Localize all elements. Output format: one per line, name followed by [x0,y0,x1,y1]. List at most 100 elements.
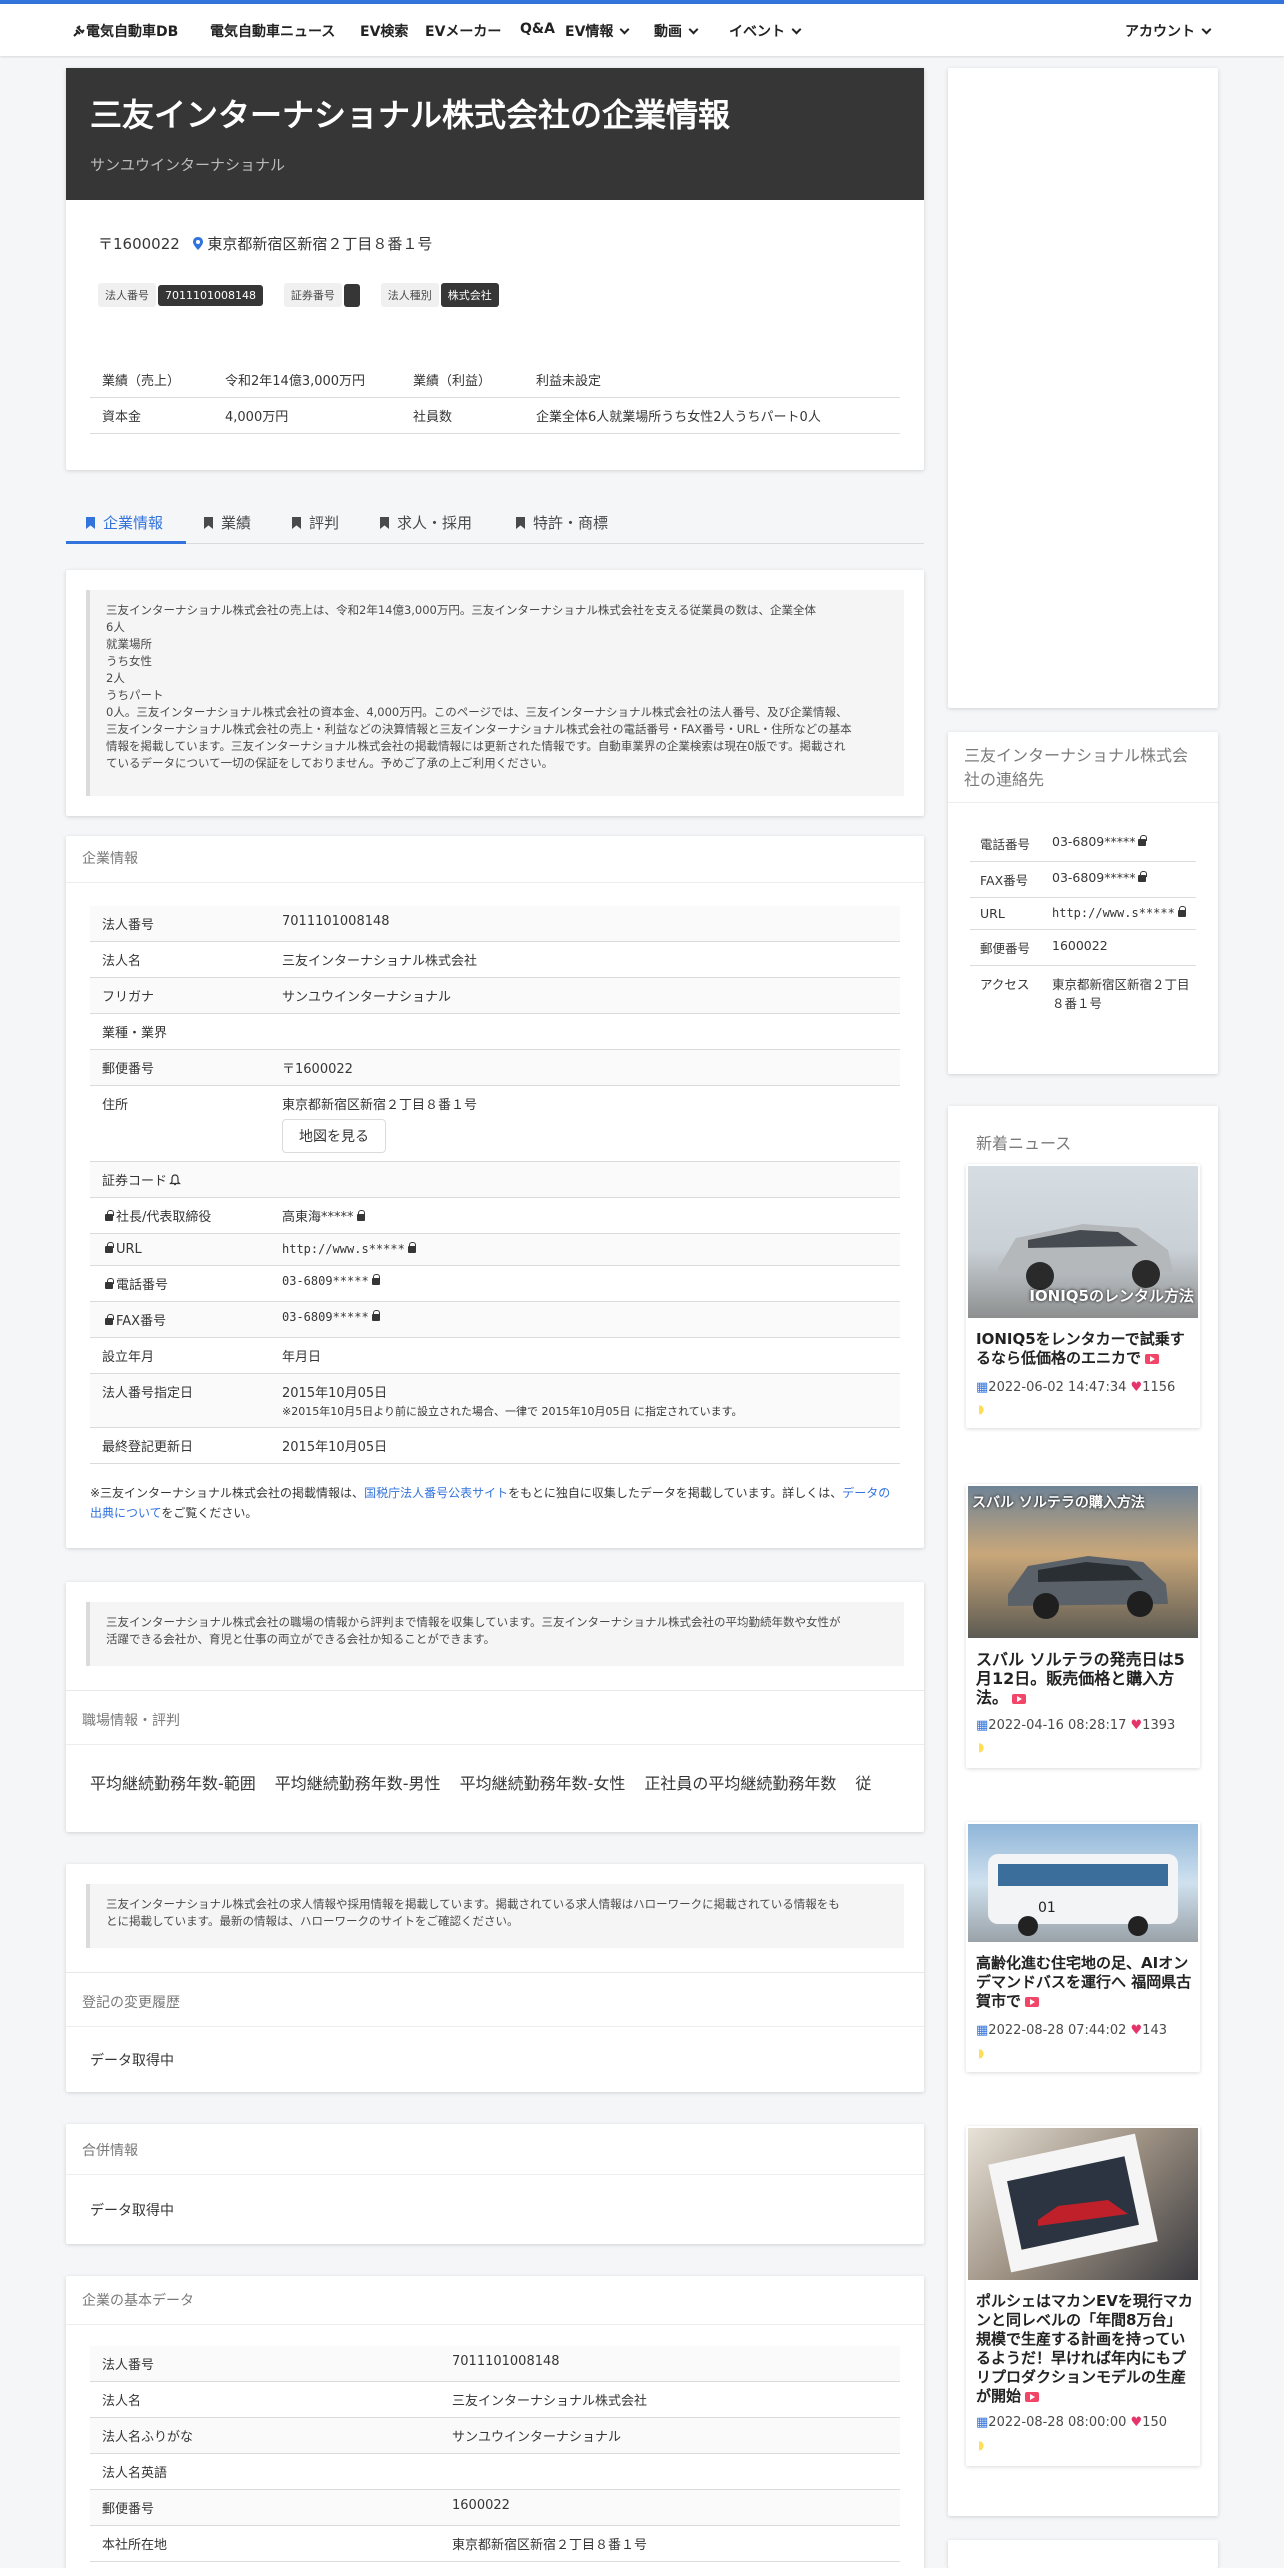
tab-company-info[interactable]: 企業情報 [86,512,163,533]
row-label: 法人名ふりがな [90,2417,440,2454]
site-logo[interactable]: 電気自動車DB [72,21,178,41]
nav-video[interactable]: 動画 [654,21,699,41]
chevron-down-icon [1201,24,1212,35]
sidebar-next-card [948,2540,1218,2568]
row-label: 法人番号 [90,906,270,942]
rss-icon: ◗ [978,1402,985,1416]
row-label-cell: URL [90,1233,270,1266]
news-likes: 1156 [1142,1380,1176,1395]
nav-ev-search[interactable]: EV検索 [360,21,408,41]
news-headline[interactable]: スバル ソルテラの発売日は5月12日。販売価格と購入方法。 [976,1650,1194,1707]
row-value: 7011101008148 [440,2346,900,2382]
bookmark-icon [204,517,213,529]
table-row: URL http://www.s***** [90,1233,900,1266]
tab-performance[interactable]: 業績 [204,512,251,533]
row-label: 法人番号 [90,2346,440,2382]
address-cell: 東京都新宿区新宿２丁目８番１号 地図を見る [270,1085,900,1162]
row-value-cell: http://www.s***** [270,1233,900,1266]
sec-no-tag-value [343,283,360,307]
youtube-icon [1025,2392,1040,2402]
contact-label: アクセス [980,977,1030,992]
row-value: 03-6809***** [282,1274,369,1288]
brochure-image [988,2133,1158,2273]
table-row: 法人名 三友インターナショナル株式会社 [90,2381,900,2418]
nav-ev-info[interactable]: EV情報 [565,21,630,41]
youtube-icon [1145,1354,1160,1364]
nav-event[interactable]: イベント [729,21,802,41]
table-row: FAX番号 03-6809***** [970,861,1196,898]
row-value [270,1013,900,1050]
table-row: フリガナ サンユウインターナショナル [90,977,900,1014]
corp-type-tag-value: 株式会社 [440,283,499,307]
bus-image: 01 [988,1854,1178,1936]
news-thumbnail[interactable]: IONIQ5のレンタル方法 [968,1166,1198,1318]
svg-text:01: 01 [1038,1900,1056,1916]
news-thumbnail[interactable]: スバル ソルテラの購入方法 [968,1486,1198,1638]
intro-text: 三友インターナショナル株式会社の売上は、令和2年14億3,000万円。三友インタ… [86,590,904,796]
summary-table: 業績（売上） 令和2年14億3,000万円 業績（利益） 利益未設定 資本金 4… [90,362,900,434]
corp-type-tag-label: 法人種別 [380,283,439,307]
designation-note: ※2015年10月5日より前に設立された場合、一律で 2015年10月05日 に… [282,1405,743,1418]
chevron-down-icon [688,24,699,35]
news-headline[interactable]: 高齢化進む住宅地の足、AIオンデマンドバスを運行へ 福岡県古賀市で [976,1954,1194,2011]
news-thumbnail[interactable] [968,2128,1198,2280]
calendar-icon: ▦ [976,2023,989,2038]
heart-icon: ♥ [1130,2415,1143,2430]
note-text: をご覧ください。 [161,1506,258,1520]
bookmark-icon [86,517,95,529]
divider [66,1690,924,1691]
table-row: 設立年月 年月日 [90,1337,900,1374]
history-text: データ取得中 [90,2053,174,2069]
contact-value-cell: http://www.s***** [1046,897,1196,930]
view-map-button[interactable]: 地図を見る [282,1119,386,1153]
tab-patent[interactable]: 特許・商標 [516,512,608,533]
news-headline-text: スバル ソルテラの発売日は5月12日。販売価格と購入方法。 [976,1650,1185,1707]
contact-table: 電話番号 03-6809***** FAX番号 03-6809***** URL ht… [970,826,1196,1020]
divider [66,882,924,883]
nav-qa[interactable]: Q&A [520,21,555,37]
table-row: 法人名ふりがな サンユウインターナショナル [90,2417,900,2454]
row-label-cell: FAX番号 [90,1301,270,1338]
nav-ev-maker[interactable]: EVメーカー [425,21,501,41]
company-address-line: 〒1600022 東京都新宿区新宿２丁目８番１号 [98,233,432,254]
contact-label: URL [970,897,1046,930]
sales-value: 令和2年14億3,000万円 [213,362,401,398]
bookmark-icon [516,517,525,529]
contact-title: 三友インターナショナル株式会社の連絡先 [964,746,1189,789]
row-value: 東京都新宿区新宿２丁目８番１号 [440,2525,900,2562]
row-label: フリガナ [90,977,270,1014]
history-heading: 登記の変更履歴 [82,1995,180,2011]
workplace-col: 平均継続勤務年数-範囲 [90,1774,256,1793]
heart-icon: ♥ [1130,1718,1143,1733]
lock-icon [105,1314,114,1325]
news-headline[interactable]: ポルシェはマカンEVを現行マカンと同レベルの「年間8万台」規模で生産する計画を持… [976,2292,1194,2406]
workplace-col: 正社員の平均継続勤務年数 [644,1774,837,1793]
basic-data-table: 法人番号 7011101008148 法人名 三友インターナショナル株式会社 法人名… [90,2346,900,2562]
row-label: 郵便番号 [90,2489,440,2526]
workplace-col: 従 [855,1774,872,1793]
nav-news[interactable]: 電気自動車ニュース [210,21,335,41]
news-date: 2022-08-28 08:00:00 [988,2415,1127,2430]
rss-icon: ◗ [978,1740,985,1754]
tab-recruit[interactable]: 求人・採用 [380,512,472,533]
corp-no-tag-value: 7011101008148 [158,284,263,306]
bell-icon [169,1174,181,1186]
workplace-table-scroll[interactable]: 平均継続勤務年数-範囲 平均継続勤務年数-男性 平均継続勤務年数-女性 正社員の平均継… [90,1770,900,1800]
news-thumbnail[interactable]: 01 [968,1824,1198,1942]
capital-value: 4,000万円 [213,397,401,434]
merger-text: データ取得中 [90,2203,174,2219]
lock-icon [105,1278,114,1289]
tab-label: 企業情報 [103,514,164,532]
calendar-icon: ▦ [976,2415,989,2430]
row-label: URL [116,1242,142,1257]
workplace-intro: 三友インターナショナル株式会社の職場の情報から評判まで情報を収集しています。三友… [86,1602,904,1666]
tab-reputation[interactable]: 評判 [292,512,339,533]
tab-label: 求人・採用 [397,514,473,532]
news-headline[interactable]: IONIQ5をレンタカーで試乗するなら低価格のエニカで [976,1330,1194,1368]
table-row: 最終登記更新日 2015年10月05日 [90,1427,900,1464]
workplace-col: 平均継続勤務年数-男性 [274,1774,441,1793]
workplace-col: 平均継続勤務年数-女性 [459,1774,626,1793]
nav-account[interactable]: アカウント [1125,21,1212,41]
workplace-heading: 職場情報・評判 [82,1713,180,1729]
nta-link[interactable]: 国税庁法人番号公表サイト [364,1486,508,1500]
